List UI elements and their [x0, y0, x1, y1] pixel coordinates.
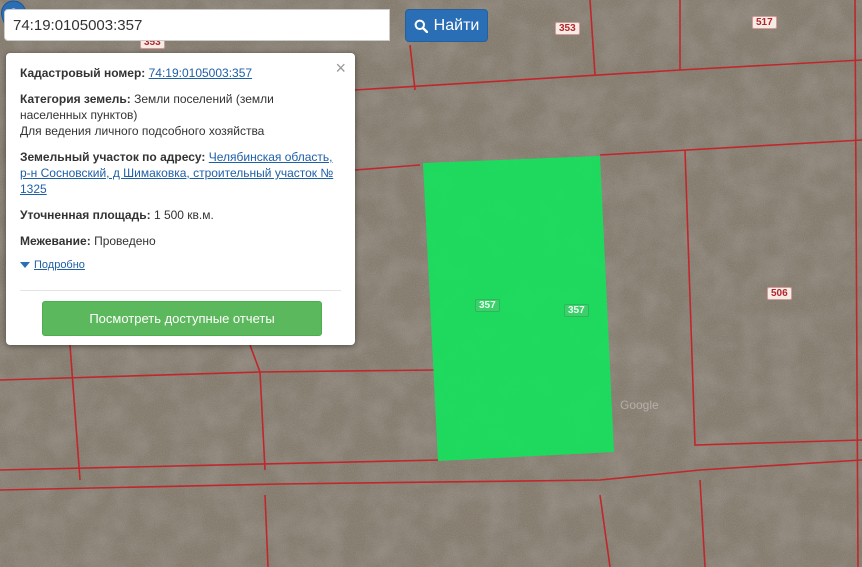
divider — [20, 290, 341, 291]
cadastral-number-link[interactable]: 74:19:0105003:357 — [149, 66, 252, 80]
survey-label: Межевание: — [20, 234, 91, 248]
survey-row: Межевание: Проведено — [20, 233, 341, 249]
parcel-number-label: 353 — [555, 22, 580, 35]
parcel-number-label: 517 — [752, 16, 777, 29]
parcel-number-label: 506 — [767, 287, 792, 300]
search-button-label: Найти — [433, 16, 480, 34]
close-icon[interactable]: × — [335, 59, 346, 77]
area-label: Уточненная площадь: — [20, 208, 151, 222]
address-label: Земельный участок по адресу: — [20, 150, 206, 164]
area-value: 1 500 кв.м. — [153, 208, 214, 222]
map-watermark: Google — [620, 398, 659, 412]
search-button[interactable]: Найти — [405, 9, 488, 42]
details-toggle[interactable]: Подробно — [20, 257, 341, 273]
cadastral-row: Кадастровый номер: 74:19:0105003:357 — [20, 65, 341, 81]
address-row: Земельный участок по адресу: Челябинская… — [20, 149, 341, 197]
survey-value: Проведено — [94, 234, 156, 248]
usage-value: Для ведения личного подсобного хозяйства — [20, 124, 265, 138]
view-reports-button[interactable]: Посмотреть доступные отчеты — [42, 301, 322, 336]
triangle-down-icon — [20, 262, 30, 268]
category-row: Категория земель: Земли поселений (земли… — [20, 91, 341, 139]
area-row: Уточненная площадь: 1 500 кв.м. — [20, 207, 341, 223]
details-link[interactable]: Подробно — [34, 257, 85, 273]
search-icon — [414, 19, 428, 33]
parcel-number-label: 357 — [475, 299, 500, 312]
parcel-info-popup: × Кадастровый номер: 74:19:0105003:357 К… — [6, 53, 355, 345]
parcel-number-label: 357 — [564, 304, 589, 317]
search-input[interactable] — [4, 9, 390, 41]
category-label: Категория земель: — [20, 92, 131, 106]
cadastral-label: Кадастровый номер: — [20, 66, 146, 80]
